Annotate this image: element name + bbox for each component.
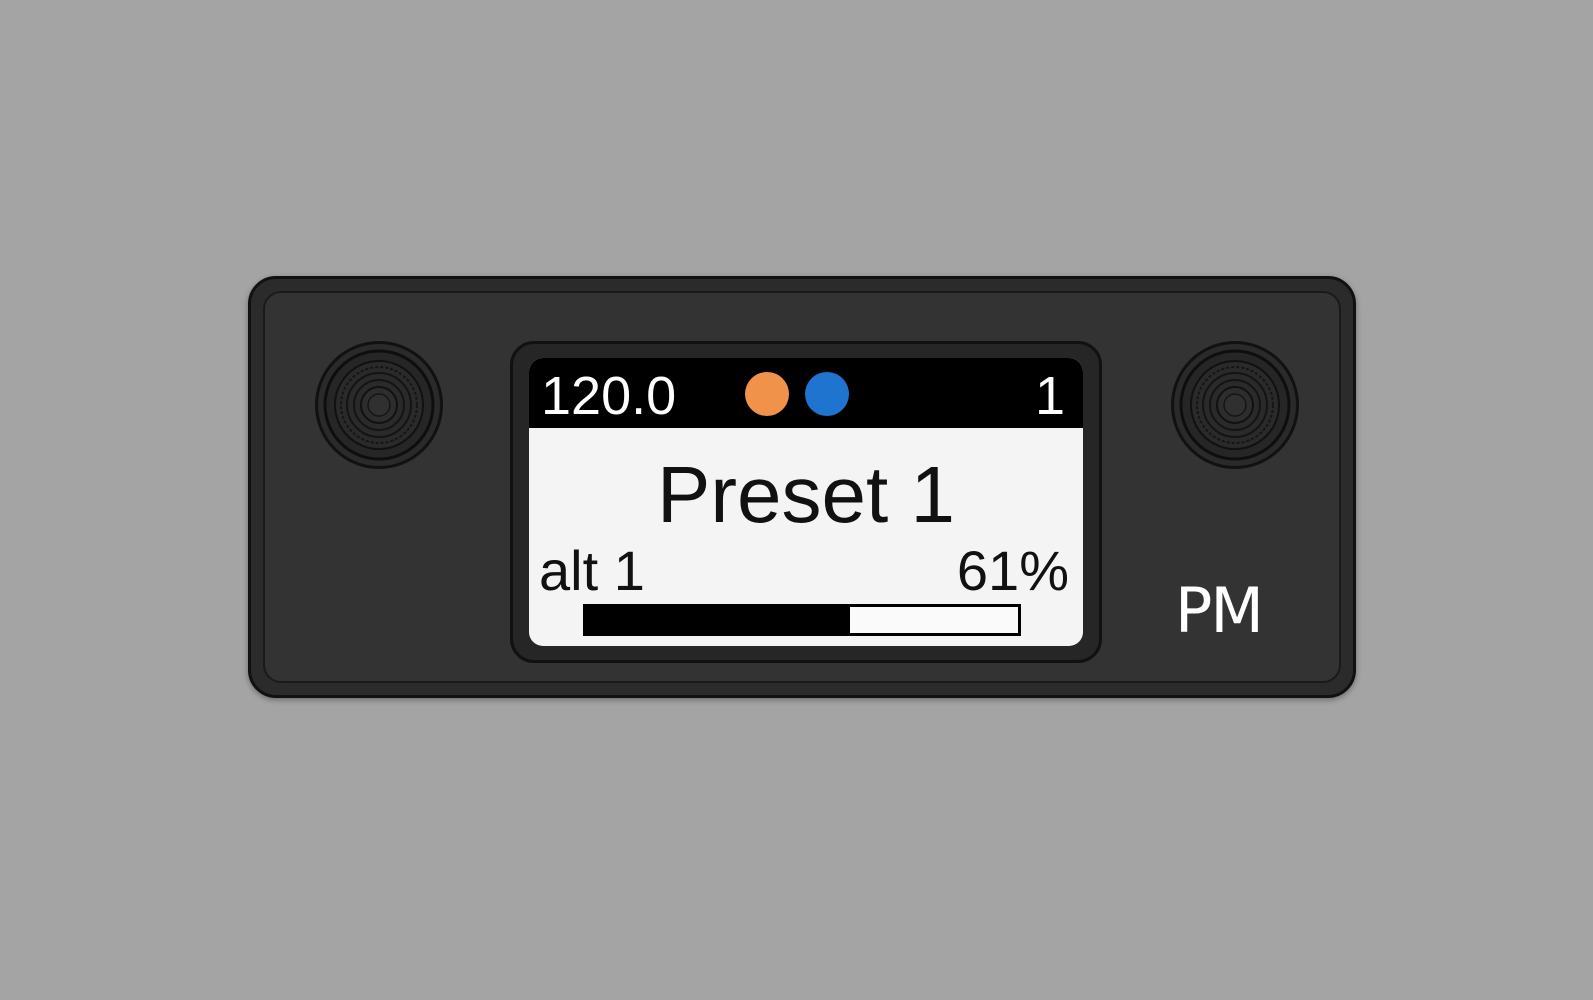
footswitch-icon	[323, 349, 435, 461]
brand-logo: PM	[1175, 574, 1264, 647]
screen-bezel: 120.0 1 Preset 1 alt 1 61%	[510, 341, 1102, 663]
right-footswitch[interactable]	[1171, 341, 1299, 469]
left-footswitch[interactable]	[315, 341, 443, 469]
alt-label: alt 1	[539, 539, 645, 602]
device-housing: 120.0 1 Preset 1 alt 1 61% PM	[248, 276, 1356, 698]
device-panel: 120.0 1 Preset 1 alt 1 61% PM	[263, 291, 1341, 683]
bank-number: 1	[1034, 366, 1065, 426]
preset-name: Preset 1	[657, 450, 955, 539]
screen-header: 120.0 1	[529, 358, 1083, 428]
display-screen: 120.0 1 Preset 1 alt 1 61%	[529, 358, 1083, 646]
tempo-readout: 120.0	[541, 366, 677, 426]
blue-indicator-icon	[805, 372, 849, 416]
orange-indicator-icon	[745, 372, 789, 416]
level-percent: 61%	[956, 539, 1069, 602]
footswitch-icon	[1179, 349, 1291, 461]
level-progress-fill	[586, 607, 850, 633]
level-progress-bar	[583, 604, 1021, 636]
